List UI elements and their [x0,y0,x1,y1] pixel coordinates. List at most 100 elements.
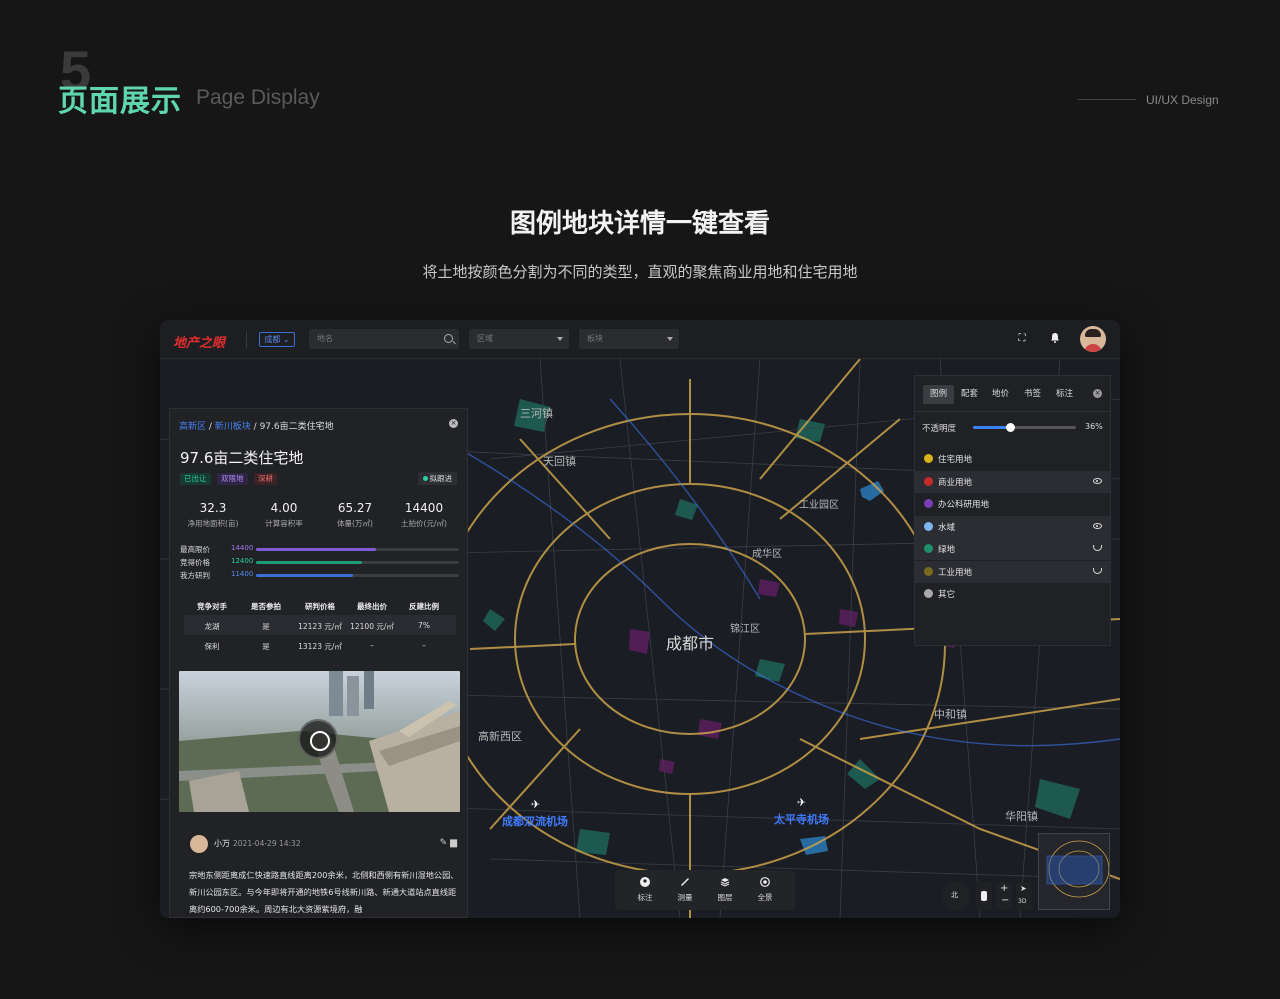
comment-author: 小万 [214,839,230,848]
panorama-tool[interactable]: 全景 [745,870,785,910]
legend-item[interactable]: 商业用地 [915,470,1110,493]
block-select[interactable]: 板块 [579,329,679,349]
map-canvas[interactable]: 三河镇 天回镇 工业园区 成华区 锦江区 成都市 中和镇 高新西区 成都双流机场… [160,359,1120,918]
tilt-knob[interactable] [981,891,987,901]
legend-color-swatch [924,476,933,486]
legend-item[interactable]: 其它 [915,583,1110,605]
tab-annotations[interactable]: 标注 [1049,385,1080,404]
comment-text: 宗地东侧距离成仁快速路直线距离200余米，北侧和西侧有新川湿地公园、新川公园东区… [189,870,459,914]
cursor-icon: ➤ [1020,884,1027,893]
breadcrumb-district[interactable]: 高新区 [179,422,206,432]
tab-bookmarks[interactable]: 书签 [1017,385,1048,404]
comment-avatar [190,835,208,853]
close-icon[interactable]: × [1093,389,1102,398]
eye-icon[interactable] [1093,477,1102,484]
opacity-slider-knob[interactable] [1006,423,1016,432]
zoom-out-button[interactable]: − [1001,895,1009,906]
caret-down-icon [557,337,563,341]
aperture-icon [760,877,770,887]
legend-item[interactable]: 水域 [915,515,1110,538]
parcel-detail-panel: 高新区 / 新川板块 / 97.6亩二类住宅地 × 97.6亩二类住宅地 已出让… [169,408,468,918]
ruler-icon [681,878,689,886]
tab-legend[interactable]: 图例 [923,385,954,404]
view-3d-control[interactable]: ➤ 3D [1016,882,1032,910]
eye-closed-icon[interactable] [1093,567,1102,574]
map-label-jinjiang: 锦江区 [730,624,760,635]
follow-status-badge[interactable]: 拟跟进 [417,472,457,485]
tab-facilities[interactable]: 配套 [954,385,985,404]
table-row: 保利 是 13123 元/㎡ – – [204,641,426,651]
tilt-slider[interactable] [976,882,992,910]
opacity-slider-fill [973,426,1011,429]
brand-text: UI/UX Design [1146,93,1219,107]
divider [915,411,1110,412]
legend-color-swatch [924,566,933,576]
opacity-slider[interactable] [973,423,1076,432]
close-icon[interactable]: × [449,419,458,428]
app-topbar: 地产之眼 成都 ⌄ 地名 区域 板块 ⛶ [160,320,1120,359]
legend-panel: 图例 配套 地价 书签 标注 × 不透明度 36% 住宅用地 商业用地 办公科研用地… [914,375,1111,646]
legend-item-label: 办公科研用地 [938,500,990,510]
stat-land-price: 14400 土拍价(元/㎡) [401,501,447,528]
legend-color-swatch [924,589,933,598]
map-label-taiping-airport[interactable]: 太平寺机场 [774,811,829,827]
panorama-icon[interactable] [298,719,338,759]
district-select[interactable]: 区域 [469,329,569,349]
app-logo[interactable]: 地产之眼 [173,332,225,351]
tab-land-price[interactable]: 地价 [985,385,1016,404]
section-subtitle: Page Display [196,86,320,109]
legend-item[interactable]: 住宅用地 [915,448,1110,470]
legend-item[interactable]: 绿地 [915,538,1110,560]
zoom-control: + − [996,882,1012,910]
fullscreen-icon[interactable]: ⛶ [1015,332,1029,346]
bell-icon[interactable] [1048,332,1062,346]
mini-map[interactable] [1038,833,1110,910]
map-label-sanhe: 三河镇 [520,407,553,420]
section-title: 页面展示 [58,84,182,119]
annotate-tool[interactable]: 标注 [625,870,665,910]
user-marker-icon [640,877,650,887]
legend-item-label: 住宅用地 [938,455,973,465]
price-bar-max: 最高限价 14400 [180,544,460,554]
search-icon[interactable] [444,334,453,343]
brand-divider [1078,99,1136,100]
map-label-gaoxinxi: 高新西区 [478,730,522,743]
edit-icon[interactable]: ✎ [440,838,448,848]
breadcrumb-current: 97.6亩二类住宅地 [259,422,334,432]
map-label-city: 成都市 [666,634,715,653]
comment-time: 2021-04-29 14:32 [233,839,301,848]
page-subheading: 将土地按颜色分割为不同的类型，直观的聚焦商业用地和住宅用地 [422,263,858,281]
mini-map-graphic [1039,834,1109,909]
table-row: 龙湖 是 12123 元/㎡ 12100 元/㎡ 7% [184,615,456,635]
legend-color-swatch [924,521,933,531]
legend-item-label: 商业用地 [938,477,973,488]
legend-item[interactable]: 办公科研用地 [915,493,1110,515]
legend-item-label: 工业用地 [938,567,973,578]
eye-icon[interactable] [1093,522,1102,529]
map-label-chenghua: 成华区 [752,549,782,560]
map-label-gongye: 工业园区 [799,500,839,511]
aerial-panorama-photo[interactable] [179,671,460,812]
compass-control[interactable]: 北 [942,882,970,910]
place-search-input[interactable]: 地名 [309,329,459,349]
map-label-huayang: 华阳镇 [1005,810,1038,823]
divider [246,331,247,348]
city-selector[interactable]: 成都 ⌄ [259,332,295,347]
legend-item[interactable]: 工业用地 [915,560,1110,583]
map-label-shuangliu-airport[interactable]: 成都双流机场 [502,813,568,829]
opacity-value: 36% [1085,422,1103,431]
measure-tool[interactable]: 测量 [665,870,705,910]
zoom-in-button[interactable]: + [1000,883,1008,894]
caret-down-icon [667,337,673,341]
view-3d-label: 3D [1018,898,1027,905]
comment-actions: ✎ ▆ [440,838,457,848]
breadcrumb-block[interactable]: 新川板块 [215,422,251,432]
airport-icon: ✈ [531,798,541,811]
avatar[interactable] [1080,326,1106,352]
delete-icon[interactable]: ▆ [450,838,457,848]
legend-item-label: 水域 [938,522,956,533]
parcel-title: 97.6亩二类住宅地 [180,449,304,467]
layers-tool[interactable]: 图层 [705,870,745,910]
price-bar-our-estimate: 我方研判 11400 [180,570,460,580]
eye-closed-icon[interactable] [1093,545,1102,551]
